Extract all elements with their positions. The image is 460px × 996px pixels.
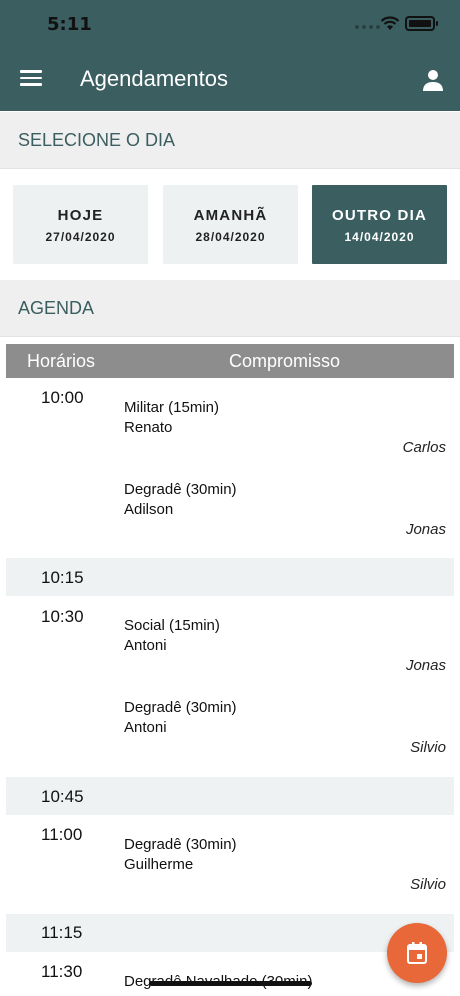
- slot-time: 11:30: [41, 962, 83, 981]
- slot-time: 11:15: [41, 923, 83, 942]
- home-indicator: [149, 981, 312, 986]
- header-time: Horários: [27, 351, 96, 371]
- day-card-name: AMANHÃ: [193, 207, 268, 224]
- day-card-other-day[interactable]: OUTRO DIA 14/04/2020: [312, 185, 447, 264]
- status-time: 5:11: [47, 14, 92, 35]
- day-card-date: 27/04/2020: [45, 230, 116, 244]
- time-slot: 11:30 Degradê Navalhado (30min): [6, 954, 454, 996]
- appointment-client: Antoni: [124, 637, 167, 654]
- appointment-item[interactable]: Social (15min) Antoni Jonas: [124, 616, 446, 678]
- appointment-barber: Silvio: [410, 739, 446, 756]
- time-slot[interactable]: 10:15: [6, 558, 454, 596]
- day-selector: HOJE 27/04/2020 AMANHÃ 28/04/2020 OUTRO …: [0, 170, 460, 278]
- day-card-name: OUTRO DIA: [332, 207, 427, 224]
- appointment-item[interactable]: Degradê (30min) Guilherme Silvio: [124, 835, 446, 897]
- cellular-signal-icon: [355, 25, 380, 29]
- app-bar: Agendamentos: [0, 50, 460, 111]
- appointment-item[interactable]: Degradê (30min) Adilson Jonas: [124, 480, 446, 542]
- slot-time: 10:30: [41, 607, 84, 626]
- agenda-table-header: Horários Compromisso: [6, 344, 454, 378]
- day-card-date: 14/04/2020: [344, 230, 415, 244]
- appointment-service: Militar (15min): [124, 399, 220, 416]
- status-bar: 5:11: [0, 0, 460, 50]
- day-card-date: 28/04/2020: [195, 230, 266, 244]
- appointment-barber: Jonas: [405, 657, 446, 674]
- appointment-item[interactable]: Militar (15min) Renato Carlos: [124, 398, 446, 460]
- time-slot: 10:30 Social (15min) Antoni Jonas Degrad…: [6, 598, 454, 776]
- appointment-service: Social (15min): [124, 617, 220, 634]
- appointment-item[interactable]: Degradê (30min) Antoni Silvio: [124, 698, 446, 760]
- day-card-name: HOJE: [57, 207, 104, 224]
- battery-icon: [405, 16, 438, 31]
- appointment-service: Degradê (30min): [124, 836, 237, 853]
- time-slot: 10:00 Militar (15min) Renato Carlos Degr…: [6, 378, 454, 556]
- header-appointment: Compromisso: [229, 351, 341, 371]
- time-slot[interactable]: 10:45: [6, 777, 454, 815]
- time-slot: 11:00 Degradê (30min) Guilherme Silvio: [6, 816, 454, 912]
- appointment-client: Antoni: [124, 719, 167, 736]
- slot-time: 11:00: [41, 825, 83, 844]
- day-card-tomorrow[interactable]: AMANHÃ 28/04/2020: [163, 185, 298, 264]
- appointment-barber: Carlos: [402, 439, 446, 456]
- wifi-icon: [380, 16, 400, 30]
- day-card-today[interactable]: HOJE 27/04/2020: [13, 185, 148, 264]
- appointment-client: Adilson: [124, 501, 174, 518]
- appointment-barber: Silvio: [410, 876, 446, 893]
- page-title: Agendamentos: [80, 66, 228, 91]
- slot-time: 10:15: [41, 568, 84, 587]
- menu-icon[interactable]: [20, 70, 42, 88]
- appointment-client: Renato: [124, 419, 173, 436]
- agenda-label: AGENDA: [0, 280, 460, 337]
- appointment-service: Degradê (30min): [124, 481, 237, 498]
- appointment-service: Degradê (30min): [124, 699, 237, 716]
- select-day-label: SELECIONE O DIA: [0, 112, 460, 169]
- user-icon[interactable]: [421, 68, 445, 92]
- calendar-icon: [407, 942, 427, 964]
- slot-time: 10:00: [41, 388, 84, 407]
- slot-time: 10:45: [41, 787, 84, 806]
- appointment-client: Guilherme: [124, 856, 194, 873]
- calendar-fab-button[interactable]: [387, 923, 447, 983]
- appointment-barber: Jonas: [405, 521, 446, 538]
